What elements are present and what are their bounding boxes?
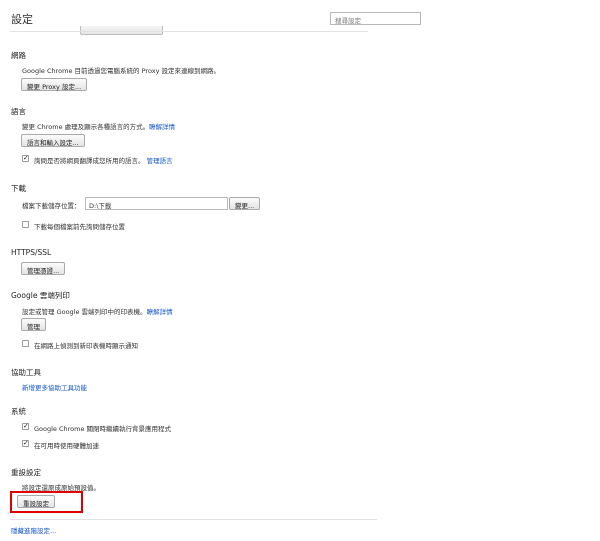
cloud-print-description-text: 設定或管理 Google 雲端列印中的印表機。	[22, 308, 147, 316]
hardware-acceleration-label: 在可用時使用硬體加速	[34, 442, 99, 450]
bottom-divider	[10, 519, 377, 520]
https-section-title: HTTPS/SSL	[11, 248, 52, 257]
search-input[interactable]: 搜尋設定	[330, 12, 421, 25]
change-download-location-button[interactable]: 變更...	[229, 197, 261, 210]
change-proxy-button[interactable]: 變更 Proxy 設定...	[21, 78, 88, 91]
manage-certificates-button[interactable]: 管理憑證...	[21, 262, 66, 275]
language-description-text: 變更 Chrome 處理及顯示各種語言的方式。	[22, 123, 150, 131]
translate-label-text: 詢問是否將網頁翻譯成您所用的語言。	[34, 157, 145, 165]
page-title: 設定	[11, 13, 33, 26]
reset-button-highlight	[10, 491, 83, 513]
network-section-title: 網路	[11, 51, 26, 60]
accessibility-section-title: 協助工具	[11, 368, 41, 377]
download-location-field[interactable]: D:\下載	[85, 197, 228, 210]
printer-notify-checkbox[interactable]	[22, 340, 29, 347]
header-divider	[10, 31, 368, 32]
downloads-section-title: 下載	[11, 184, 26, 193]
network-description: Google Chrome 目前透過您電腦系統的 Proxy 設定來連線到網路。	[22, 67, 220, 75]
language-learn-more-link[interactable]: 瞭解詳情	[149, 123, 175, 131]
ask-download-location-label: 下載每個檔案前先詢問儲存位置	[34, 223, 125, 231]
translate-checkbox-label: 詢問是否將網頁翻譯成您所用的語言。 管理語言	[34, 155, 173, 165]
cloud-print-section-title: Google 雲端列印	[11, 291, 70, 300]
cloud-print-learn-more-link[interactable]: 瞭解詳情	[147, 308, 173, 316]
hardware-acceleration-checkbox[interactable]: ✓	[22, 440, 29, 447]
cloud-print-description: 設定或管理 Google 雲端列印中的印表機。瞭解詳情	[22, 306, 173, 316]
settings-header: 設定 搜尋設定	[0, 0, 600, 35]
manage-cloud-print-button[interactable]: 管理	[21, 318, 46, 331]
language-section-title: 語言	[11, 107, 26, 116]
language-description: 變更 Chrome 處理及顯示各種語言的方式。瞭解詳情	[22, 121, 175, 131]
add-accessibility-features-link[interactable]: 新增更多協助工具功能	[22, 382, 87, 392]
translate-checkbox[interactable]: ✓	[22, 155, 29, 162]
background-apps-checkbox[interactable]: ✓	[22, 423, 29, 430]
ask-download-location-checkbox[interactable]	[22, 221, 29, 228]
reset-section-title: 重設設定	[11, 468, 41, 477]
hide-advanced-settings-link[interactable]: 隱藏進階設定...	[11, 525, 56, 535]
language-input-settings-button[interactable]: 語言和輸入設定...	[21, 134, 85, 147]
manage-languages-link[interactable]: 管理語言	[147, 157, 173, 165]
background-apps-label: Google Chrome 關閉時繼續執行背景應用程式	[34, 425, 172, 433]
download-location-label: 檔案下載儲存位置：	[22, 202, 81, 210]
system-section-title: 系統	[11, 407, 26, 416]
printer-notify-label: 在網路上偵測到新印表機時顯示通知	[34, 342, 138, 350]
